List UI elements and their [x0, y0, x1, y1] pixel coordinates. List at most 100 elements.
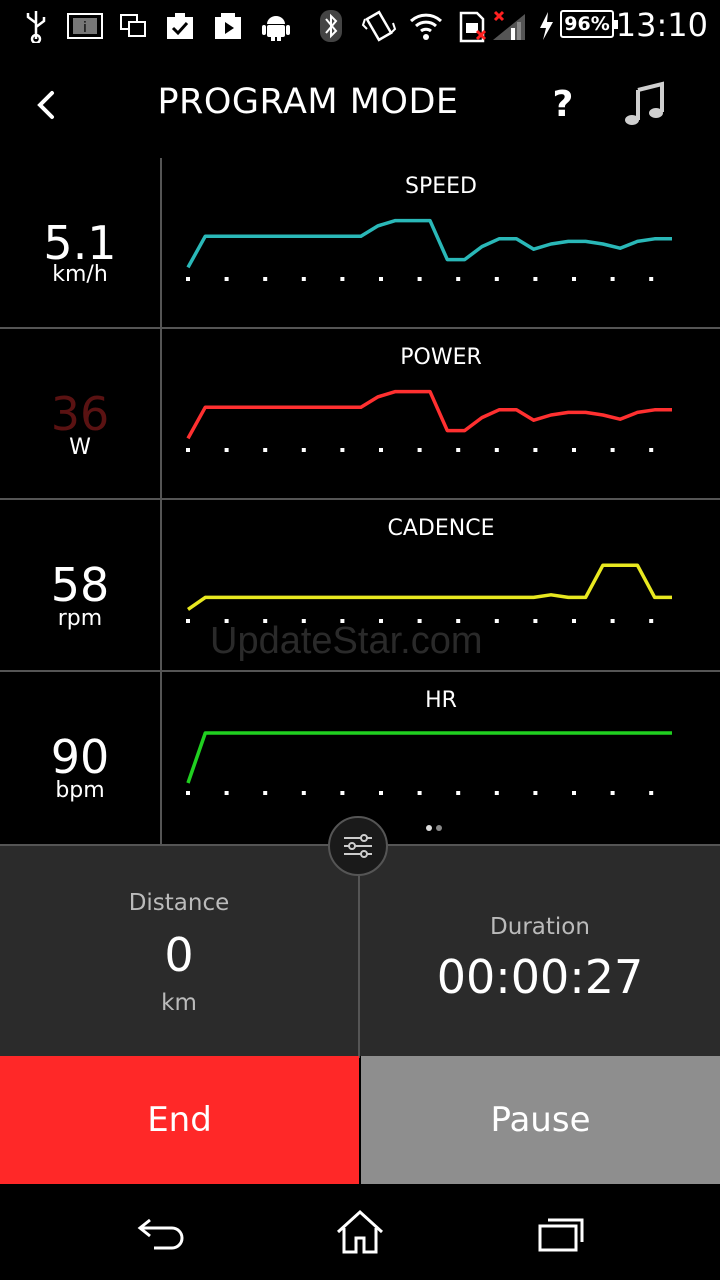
axis-tick — [494, 448, 499, 452]
battery-icon: 96% — [560, 10, 618, 38]
metric-value: 58 — [50, 558, 110, 612]
axis-tick — [186, 791, 190, 795]
duration-label: Duration — [490, 914, 590, 940]
nav-back-button[interactable] — [130, 1204, 190, 1260]
axis-tick — [263, 791, 268, 795]
page-dot — [426, 825, 432, 831]
app-bar: PROGRAM MODE ? — [0, 52, 720, 158]
android-icon — [260, 8, 292, 44]
axis-tick — [649, 448, 654, 452]
svg-text:i: i — [83, 20, 87, 36]
help-button[interactable]: ? — [540, 78, 586, 132]
nav-recents-button[interactable] — [532, 1204, 592, 1260]
row-divider — [0, 670, 720, 672]
watermark: UpdateStar.com — [210, 620, 483, 662]
sim-icon — [456, 8, 490, 44]
row-divider — [0, 498, 720, 500]
metric-row: 36 W POWER — [0, 329, 720, 500]
axis-tick — [417, 791, 422, 795]
axis-tick — [533, 791, 538, 795]
axis-tick — [379, 791, 383, 795]
axis-tick — [224, 448, 229, 452]
axis-tick — [340, 277, 345, 281]
axis-tick — [572, 448, 576, 452]
info-icon: i — [66, 8, 104, 44]
signal-icon — [490, 8, 528, 44]
axis-tick — [340, 448, 345, 452]
metric-line — [186, 218, 672, 269]
axis-tick — [533, 448, 538, 452]
axis-tick — [263, 448, 268, 452]
metric-row: 5.1 km/h SPEED — [0, 158, 720, 329]
metric-graph — [186, 218, 672, 281]
axis-tick — [649, 791, 654, 795]
nav-home-button[interactable] — [330, 1204, 390, 1260]
axis-tick — [533, 277, 538, 281]
axis-tick — [301, 277, 306, 281]
music-button[interactable] — [618, 76, 674, 132]
wifi-icon — [408, 8, 444, 44]
axis-tick — [224, 791, 229, 795]
tasks-icon — [164, 8, 196, 44]
distance-value: 0 — [164, 928, 194, 982]
axis-tick — [610, 791, 615, 795]
media-icon — [212, 8, 244, 44]
metric-line — [187, 563, 672, 611]
nav-recents-icon — [538, 1218, 584, 1252]
axis-tick — [186, 619, 190, 623]
bluetooth-icon — [316, 8, 346, 44]
metric-line — [186, 731, 672, 784]
axis-tick — [610, 619, 615, 623]
axis-tick — [610, 277, 615, 281]
axis-tick — [649, 277, 654, 281]
settings-button[interactable] — [328, 816, 388, 876]
nav-back-icon — [137, 1218, 184, 1250]
axis-tick — [263, 277, 268, 281]
page-indicator — [426, 816, 456, 831]
axis-tick — [572, 619, 576, 623]
axis-tick — [186, 448, 190, 452]
metric-value: 36 — [50, 387, 110, 441]
status-bar: i 96% 13:10 — [0, 0, 720, 52]
axis-tick — [301, 448, 306, 452]
distance-label: Distance — [128, 890, 230, 916]
nav-home-icon — [336, 1209, 384, 1254]
metric-value: 90 — [50, 730, 110, 784]
screen-icon — [118, 8, 148, 44]
charging-icon — [536, 8, 556, 44]
metric-unit: W — [69, 435, 91, 460]
end-button[interactable]: End — [0, 1056, 359, 1184]
page-dot — [436, 825, 442, 831]
axis-tick — [456, 791, 461, 795]
system-nav-bar — [0, 1184, 720, 1280]
axis-tick — [301, 791, 306, 795]
vibrate-icon — [360, 8, 398, 44]
axis-tick — [340, 791, 345, 795]
axis-tick — [533, 619, 538, 623]
page-title: PROGRAM MODE — [157, 82, 459, 122]
music-icon — [625, 81, 664, 125]
sliders-icon — [344, 834, 372, 858]
axis-tick — [494, 791, 499, 795]
metric-line — [186, 389, 672, 440]
clock: 13:10 — [615, 6, 708, 44]
metric-unit: rpm — [57, 606, 103, 631]
axis-tick — [379, 277, 383, 281]
metric-unit: bpm — [55, 778, 105, 803]
axis-tick — [379, 448, 383, 452]
duration-value: 00:00:27 — [436, 950, 644, 1004]
axis-tick — [572, 791, 576, 795]
axis-tick — [494, 277, 499, 281]
axis-tick — [494, 619, 499, 623]
axis-tick — [456, 277, 461, 281]
pause-button[interactable]: Pause — [361, 1056, 720, 1184]
distance-unit: km — [161, 990, 197, 1016]
usb-icon — [22, 8, 50, 44]
axis-tick — [224, 277, 229, 281]
axis-tick — [186, 277, 190, 281]
metric-graph — [186, 389, 672, 452]
axis-tick — [649, 619, 654, 623]
axis-tick — [610, 448, 615, 452]
axis-tick — [417, 277, 422, 281]
axis-tick — [456, 448, 461, 452]
